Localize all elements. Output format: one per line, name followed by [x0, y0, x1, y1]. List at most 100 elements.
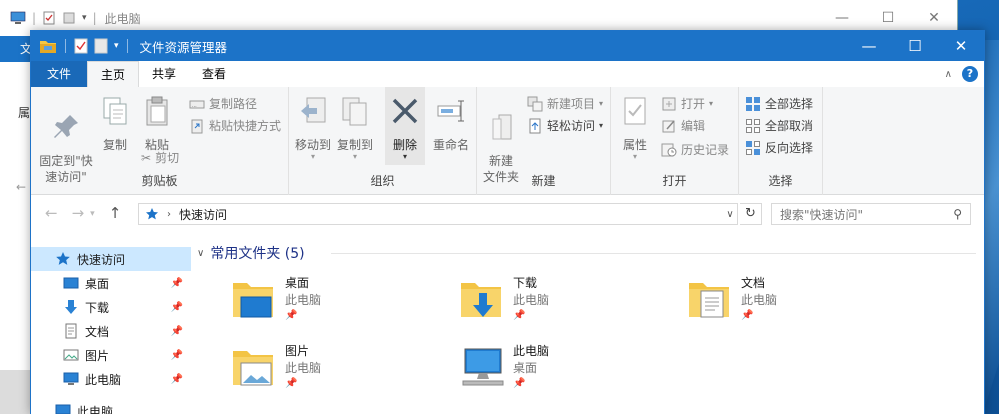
chevron-down-icon: ▾ [310, 152, 315, 161]
nav-item-desktop[interactable]: 桌面 📌 [31, 271, 191, 295]
nav-item-downloads[interactable]: 下载 📌 [31, 295, 191, 319]
chevron-down-icon: ▾ [632, 152, 637, 161]
content-pane[interactable]: ∨ 常用文件夹 (5) 桌面 此电脑 📌 下载 此电脑 📌 文档 此电脑 📌 图… [191, 233, 984, 414]
svg-text:...: ... [192, 103, 197, 109]
computer-icon [63, 372, 79, 385]
properties-icon [624, 97, 646, 125]
breadcrumb-chevron-icon[interactable]: › [167, 209, 171, 220]
nav-item-documents[interactable]: 文档 📌 [31, 319, 191, 343]
paste-shortcut-button[interactable]: 粘贴快捷方式 [189, 117, 281, 134]
select-all-button[interactable]: 全部选择 [745, 95, 813, 112]
open-button[interactable]: 打开 ▾ [661, 95, 713, 112]
select-none-button[interactable]: 全部取消 [745, 117, 813, 134]
folder-item-desktop[interactable]: 桌面 此电脑 📌 [231, 275, 321, 323]
explorer-body: 快速访问 桌面 📌 下载 📌 文档 📌 图片 📌 此电脑 📌 此电脑 ∨ 常用文… [31, 233, 984, 414]
picture-icon [63, 349, 79, 361]
ribbon-tabs: 文件 主页 共享 查看 ∧ ? [31, 61, 984, 87]
properties-icon[interactable] [74, 38, 88, 54]
open-group-label: 打开 [662, 174, 687, 188]
separator: | [92, 11, 97, 25]
collapse-ribbon-icon[interactable]: ∧ [945, 69, 952, 80]
chevron-down-icon: ▾ [599, 99, 604, 108]
easy-access-button[interactable]: 轻松访问 ▾ [527, 117, 603, 134]
separator [126, 39, 128, 53]
rename-button[interactable]: 重命名 [429, 95, 473, 153]
pin-icon: 📌 [513, 310, 526, 321]
new-folder-icon[interactable] [94, 38, 108, 54]
pin-icon: 📌 [170, 349, 183, 361]
move-to-button[interactable]: 移动到 ▾ [295, 95, 331, 161]
nav-item-pictures[interactable]: 图片 📌 [31, 343, 191, 367]
folder-item-this-pc[interactable]: 此电脑 桌面 📌 [459, 343, 549, 391]
back-arrow-icon[interactable]: ← [45, 204, 58, 224]
maximize-button[interactable]: ☐ [892, 31, 938, 61]
new-group: 新建 文件夹 新建项目 ▾ 轻松访问 ▾ 新建 [477, 87, 611, 195]
chevron-down-icon[interactable]: ▾ [114, 41, 119, 51]
copy-path-button[interactable]: ... 复制路径 [189, 95, 257, 112]
rename-icon [437, 100, 464, 122]
titlebar[interactable]: ▾ 文件资源管理器 — ☐ ✕ [31, 31, 984, 61]
copy-button[interactable]: 复制 [97, 95, 133, 153]
quick-access-star-icon [56, 252, 70, 265]
chevron-down-icon[interactable]: ∨ [197, 248, 204, 259]
copy-path-icon: ... [189, 100, 205, 109]
nav-item-this-pc[interactable]: 此电脑 📌 [31, 367, 191, 391]
chevron-down-icon: ▾ [599, 121, 604, 130]
folder-item-pictures[interactable]: 图片 此电脑 📌 [231, 343, 321, 391]
search-box[interactable]: 搜索"快速访问" ⚲ [771, 203, 971, 225]
background-window-title: 此电脑 [104, 11, 141, 26]
copy-icon [103, 97, 127, 125]
help-icon[interactable]: ? [962, 66, 978, 82]
tab-home[interactable]: 主页 [87, 61, 140, 87]
refresh-icon[interactable]: ↻ [740, 203, 762, 225]
separator [65, 39, 66, 53]
folder-item-documents[interactable]: 文档 此电脑 📌 [687, 275, 777, 323]
nav-item-quick-access[interactable]: 快速访问 [31, 247, 191, 271]
cut-button[interactable]: ✂ 剪切 [141, 149, 179, 166]
new-item-button[interactable]: 新建项目 ▾ [527, 95, 603, 112]
separator: | [32, 11, 37, 25]
invert-selection-icon [746, 140, 760, 155]
open-icon [662, 97, 676, 110]
tab-share[interactable]: 共享 [139, 61, 190, 87]
pictures-folder-icon [233, 351, 273, 386]
properties-icon [43, 11, 55, 25]
section-header[interactable]: ∨ 常用文件夹 (5) [197, 243, 305, 263]
chevron-down-icon: ▾ [82, 13, 87, 23]
properties-button[interactable]: 属性 ▾ [617, 95, 653, 161]
ribbon: 固定到"快 速访问" 复制 粘贴 ... 复制路径 粘贴快捷方式 ✂ 剪切 剪贴… [31, 87, 984, 195]
pin-icon: 📌 [285, 310, 298, 321]
file-explorer-window[interactable]: ▾ 文件资源管理器 — ☐ ✕ 文件 主页 共享 查看 ∧ ? 固定到"快 速访… [30, 30, 985, 414]
paste-button[interactable]: 粘贴 [137, 95, 177, 153]
maximize-icon[interactable]: ☐ [865, 10, 911, 26]
minimize-button[interactable]: — [846, 31, 892, 61]
edit-button[interactable]: 编辑 [661, 117, 705, 134]
search-icon[interactable]: ⚲ [953, 207, 962, 221]
recent-locations-icon[interactable]: ▾ [90, 204, 95, 224]
close-icon[interactable]: ✕ [911, 10, 957, 26]
computer-icon [462, 348, 504, 386]
minimize-icon[interactable]: — [819, 10, 865, 26]
address-bar[interactable]: › 快速访问 ∨ [138, 203, 738, 225]
up-arrow-icon[interactable]: ↑ [109, 204, 122, 224]
background-window-controls: — ☐ ✕ [819, 10, 957, 26]
copy-to-button[interactable]: 复制到 ▾ [337, 95, 373, 161]
forward-arrow-icon[interactable]: → [72, 204, 85, 224]
nav-item-this-pc-root[interactable]: 此电脑 [31, 399, 191, 414]
delete-button[interactable]: 删除 ▾ [385, 87, 425, 165]
folder-item-downloads[interactable]: 下载 此电脑 📌 [459, 275, 549, 323]
address-path[interactable]: 快速访问 [179, 206, 227, 223]
clipboard-group-label: 剪贴板 [141, 174, 178, 188]
history-button[interactable]: 历史记录 [661, 141, 729, 158]
select-group-label: 选择 [768, 174, 793, 188]
close-button[interactable]: ✕ [938, 31, 984, 61]
tab-file[interactable]: 文件 [31, 61, 87, 87]
tab-view[interactable]: 查看 [189, 61, 240, 87]
window-title: 文件资源管理器 [139, 39, 228, 55]
window-controls: — ☐ ✕ [846, 31, 984, 61]
invert-selection-button[interactable]: 反向选择 [745, 139, 813, 156]
navigation-pane[interactable]: 快速访问 桌面 📌 下载 📌 文档 📌 图片 📌 此电脑 📌 此电脑 [31, 233, 191, 414]
paste-icon [146, 96, 168, 126]
select-none-icon [746, 118, 760, 133]
chevron-down-icon[interactable]: ∨ [723, 209, 737, 220]
